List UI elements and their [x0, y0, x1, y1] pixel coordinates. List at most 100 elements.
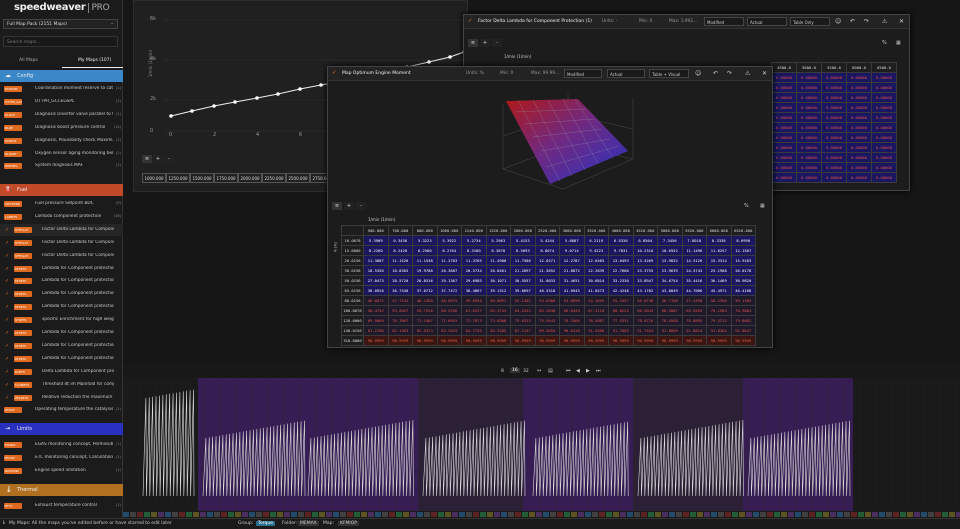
- table-cell[interactable]: 76.3466: [559, 315, 585, 326]
- table-cell[interactable]: 67.3118: [583, 305, 609, 316]
- warning-icon[interactable]: ⚠: [745, 70, 750, 77]
- table-cell[interactable]: 0.00000: [821, 82, 847, 93]
- table-cell[interactable]: 0.00000: [821, 122, 847, 133]
- table-cell[interactable]: 55.2557: [608, 295, 634, 306]
- table-cell[interactable]: 98.9999: [363, 335, 389, 346]
- table-cell[interactable]: 30.5557: [510, 275, 536, 286]
- table-cell[interactable]: 91.4368: [583, 325, 609, 336]
- table-cell[interactable]: 24.5743: [681, 265, 707, 276]
- table-cell[interactable]: 11.3887: [363, 255, 389, 266]
- table-cell[interactable]: 41.0945: [559, 285, 585, 296]
- table-cell[interactable]: 98.9999: [436, 335, 462, 346]
- table-cell[interactable]: 0.00000: [846, 162, 872, 173]
- first-icon[interactable]: ⏮: [566, 368, 571, 374]
- add-button[interactable]: +: [480, 39, 490, 47]
- table-cell[interactable]: 8.6990: [730, 235, 756, 246]
- table-cell[interactable]: 0.00000: [846, 172, 872, 183]
- table-cell[interactable]: 5.4244: [534, 235, 560, 246]
- map-list-item[interactable]: ECMAPP Coordination moment reserve to cat…: [0, 83, 123, 95]
- view-select[interactable]: Table + Visual: [649, 69, 689, 78]
- table-cell[interactable]: 47.7142: [387, 295, 413, 306]
- last-icon[interactable]: ⏭: [596, 368, 601, 374]
- table-cell[interactable]: 5.3223: [412, 235, 438, 246]
- table-cell[interactable]: 12.2787: [559, 255, 585, 266]
- table-cell[interactable]: 0.00000: [871, 82, 897, 93]
- table-cell[interactable]: 91.8809: [657, 325, 683, 336]
- table-cell[interactable]: 5.6807: [559, 235, 585, 246]
- table-cell[interactable]: 59.7528: [412, 305, 438, 316]
- table-cell[interactable]: 91.7003: [608, 325, 634, 336]
- table-cell[interactable]: 15.9183: [730, 255, 756, 266]
- map-list-item[interactable]: ✓ KFLBTS Lambda for Component protection (…: [0, 340, 123, 352]
- table-cell[interactable]: 0.00000: [821, 172, 847, 183]
- table-cell[interactable]: 8.3336: [706, 235, 732, 246]
- table-cell[interactable]: 69.9660: [363, 315, 389, 326]
- map-badge[interactable]: KFMIOP: [338, 521, 360, 526]
- group-badge[interactable]: Torque: [256, 521, 275, 526]
- table-cell[interactable]: 61.6237: [461, 305, 487, 316]
- table-cell[interactable]: 15.3314: [706, 255, 732, 266]
- table-cell[interactable]: 78.0716: [632, 315, 658, 326]
- map-list-item[interactable]: ✓ TLAMBTS Threshold dt im Manifold for com…: [0, 379, 123, 391]
- table-cell[interactable]: 0.00000: [796, 102, 822, 113]
- percent-icon[interactable]: %: [882, 40, 887, 46]
- table-cell[interactable]: 0.00000: [796, 72, 822, 83]
- table-cell[interactable]: 98.9999: [608, 335, 634, 346]
- table-cell[interactable]: 71.1487: [412, 315, 438, 326]
- table-cell[interactable]: 69.5493: [681, 305, 707, 316]
- table-cell[interactable]: 9.0714: [559, 245, 585, 256]
- map-list-item[interactable]: ✓ KFFDLAT Factor Delta Lambda for Componen…: [0, 237, 123, 249]
- table-cell[interactable]: 14.5126: [681, 255, 707, 266]
- map-list-item[interactable]: NMAXMD Engine speed limitation (1): [0, 465, 123, 477]
- table-cell[interactable]: 0.00000: [871, 122, 897, 133]
- table-cell[interactable]: 39.8697: [510, 285, 536, 296]
- table-cell[interactable]: 0.00000: [771, 122, 797, 133]
- table-cell[interactable]: 26.0178: [730, 265, 756, 276]
- table-cell[interactable]: 83.2029: [436, 325, 462, 336]
- section-thermal[interactable]: 🌡 Thermal: [0, 484, 123, 496]
- table-cell[interactable]: 7.8018: [681, 235, 707, 246]
- smile-icon[interactable]: ☺: [835, 18, 841, 25]
- smile-icon[interactable]: ☺: [695, 70, 701, 77]
- table-cell[interactable]: 0.00000: [771, 142, 797, 153]
- table-cell[interactable]: 62.4743: [485, 305, 511, 316]
- source-select[interactable]: Actual: [747, 17, 787, 26]
- table-cell[interactable]: 0.00000: [771, 152, 797, 163]
- table-cell[interactable]: 40.5318: [534, 285, 560, 296]
- table-cell[interactable]: 43.1702: [632, 285, 658, 296]
- redo-icon[interactable]: ↷: [864, 18, 869, 25]
- table-cell[interactable]: 29.6985: [461, 275, 487, 286]
- table-cell[interactable]: 33.8947: [632, 275, 658, 286]
- table-cell[interactable]: 21.2097: [510, 265, 536, 276]
- redo-icon[interactable]: ↷: [727, 70, 732, 77]
- table-cell[interactable]: 11.3765: [461, 255, 487, 266]
- table-cell[interactable]: 98.9999: [387, 335, 413, 346]
- table-cell[interactable]: 84.1755: [461, 325, 487, 336]
- table-cell[interactable]: 0.00000: [821, 112, 847, 123]
- table-cell[interactable]: 98.9999: [583, 335, 609, 346]
- map-list-item[interactable]: ✓ KFLBTS Lambda for Component protection A…: [0, 263, 123, 275]
- datalog-graph[interactable]: [123, 378, 960, 518]
- table-cell[interactable]: 6.5336: [608, 235, 634, 246]
- axis-cell[interactable]: 1750.000: [214, 173, 238, 183]
- table-cell[interactable]: 85.2585: [485, 325, 511, 336]
- table-cell[interactable]: 11.1538: [412, 255, 438, 266]
- table-cell[interactable]: 11.7586: [510, 255, 536, 266]
- table-cell[interactable]: 0.00000: [796, 172, 822, 183]
- map-list-item[interactable]: ✓ KFLBTS Lambda for Component protection (…: [0, 327, 123, 339]
- table-cell[interactable]: 28.5720: [387, 275, 413, 286]
- chart-icon[interactable]: ▤: [548, 368, 553, 374]
- table-cell[interactable]: 7.3456: [657, 235, 683, 246]
- table-cell[interactable]: 75.0323: [510, 315, 536, 326]
- table-cell[interactable]: 0.00000: [871, 152, 897, 163]
- table-cell[interactable]: 0.00000: [771, 102, 797, 113]
- map-list-item[interactable]: DLDE Diagnosis boost pressure control (14): [0, 122, 123, 134]
- table-cell[interactable]: 0.00000: [821, 102, 847, 113]
- mode-select[interactable]: Modified: [564, 69, 602, 78]
- close-icon[interactable]: ✕: [899, 18, 904, 25]
- table-cell[interactable]: 8.3160: [461, 245, 487, 256]
- table-cell[interactable]: 0.00000: [846, 102, 872, 113]
- table-cell[interactable]: 98.9999: [632, 335, 658, 346]
- table-cell[interactable]: 0.00000: [871, 72, 897, 83]
- section-fuel[interactable]: ⛽ Fuel: [0, 184, 123, 196]
